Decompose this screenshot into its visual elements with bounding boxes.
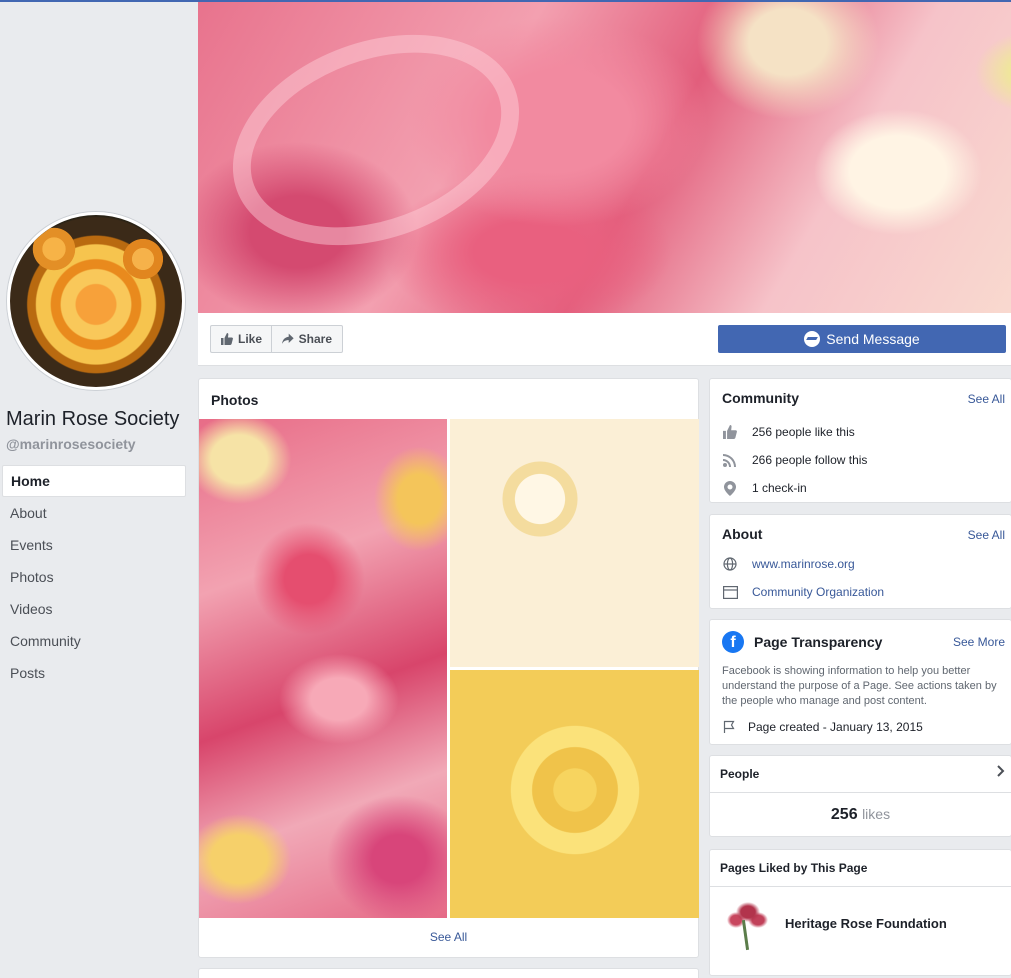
send-message-label: Send Message <box>826 331 920 347</box>
community-see-all-link[interactable]: See All <box>968 392 1005 406</box>
category-link[interactable]: Community Organization <box>752 585 884 599</box>
action-bar: Like Share Send Message <box>198 313 1011 366</box>
cover-photo[interactable] <box>198 2 1011 313</box>
website-link[interactable]: www.marinrose.org <box>752 557 855 571</box>
photos-title: Photos <box>211 392 259 408</box>
share-button[interactable]: Share <box>271 325 343 353</box>
left-sidebar: Marin Rose Society @marinrosesociety Hom… <box>0 2 198 978</box>
community-follows-text: 266 people follow this <box>752 453 868 467</box>
send-message-button[interactable]: Send Message <box>718 325 1006 353</box>
likes-count: 256 <box>830 806 858 823</box>
facebook-logo-icon: f <box>722 631 744 653</box>
likes-label: likes <box>862 806 891 822</box>
nav-item-videos[interactable]: Videos <box>2 593 186 625</box>
community-card: Community See All 256 people like this 2… <box>709 378 1011 503</box>
divider <box>710 792 1011 793</box>
about-see-all-link[interactable]: See All <box>968 528 1005 542</box>
page-created-row: Page created - January 13, 2015 <box>722 719 923 735</box>
community-likes-text: 256 people like this <box>752 425 855 439</box>
page-nav: Home About Events Photos Videos Communit… <box>2 465 186 689</box>
community-follows-row: 266 people follow this <box>722 452 867 468</box>
liked-page-name[interactable]: Heritage Rose Foundation <box>785 916 947 931</box>
community-checkins-row: 1 check-in <box>722 480 807 496</box>
thumbs-up-icon <box>221 333 233 345</box>
nav-item-about[interactable]: About <box>2 497 186 529</box>
about-card: About See All www.marinrose.org Communit… <box>709 514 1011 609</box>
photos-card: Photos See All <box>198 378 699 958</box>
flag-icon <box>722 719 738 735</box>
community-title: Community <box>722 390 799 406</box>
next-card-edge <box>198 968 699 978</box>
transparency-title: Page Transparency <box>754 634 883 650</box>
photo-thumbnail[interactable] <box>450 670 699 918</box>
thumbs-up-icon <box>722 424 738 440</box>
liked-page-avatar[interactable] <box>722 900 774 952</box>
pages-liked-title: Pages Liked by This Page <box>720 861 868 875</box>
community-likes-row: 256 people like this <box>722 424 855 440</box>
page-created-text: Page created - January 13, 2015 <box>748 720 923 734</box>
people-card: People 256 likes <box>709 755 1011 837</box>
people-likes: 256 likes <box>710 806 1011 824</box>
page-title[interactable]: Marin Rose Society <box>6 408 179 431</box>
like-button[interactable]: Like <box>210 325 272 353</box>
page-transparency-card: f Page Transparency See More Facebook is… <box>709 619 1011 745</box>
photo-thumbnail[interactable] <box>199 419 447 918</box>
category-tag-icon <box>722 584 738 600</box>
like-label: Like <box>237 332 262 346</box>
chevron-right-icon[interactable] <box>997 764 1005 780</box>
messenger-icon <box>804 331 821 347</box>
location-pin-icon <box>722 480 738 496</box>
nav-item-home[interactable]: Home <box>2 465 186 497</box>
nav-item-photos[interactable]: Photos <box>2 561 186 593</box>
rss-follow-icon <box>722 452 738 468</box>
transparency-see-more-link[interactable]: See More <box>953 635 1005 649</box>
share-arrow-icon <box>282 333 294 344</box>
about-title: About <box>722 526 763 542</box>
photos-see-all-link[interactable]: See All <box>199 930 698 944</box>
globe-icon <box>722 556 738 572</box>
nav-item-events[interactable]: Events <box>2 529 186 561</box>
people-title[interactable]: People <box>720 767 759 781</box>
share-label: Share <box>298 332 332 346</box>
page-handle[interactable]: @marinrosesociety <box>6 436 136 452</box>
nav-item-community[interactable]: Community <box>2 625 186 657</box>
nav-item-posts[interactable]: Posts <box>2 657 186 689</box>
community-checkins-text: 1 check-in <box>752 481 807 495</box>
pages-liked-card: Pages Liked by This Page Heritage Rose F… <box>709 849 1011 976</box>
about-category-row: Community Organization <box>722 584 884 600</box>
divider <box>710 886 1011 887</box>
photo-thumbnail[interactable] <box>450 419 699 667</box>
profile-picture[interactable] <box>7 212 185 390</box>
transparency-description: Facebook is showing information to help … <box>722 665 997 707</box>
about-website-row: www.marinrose.org <box>722 556 855 572</box>
